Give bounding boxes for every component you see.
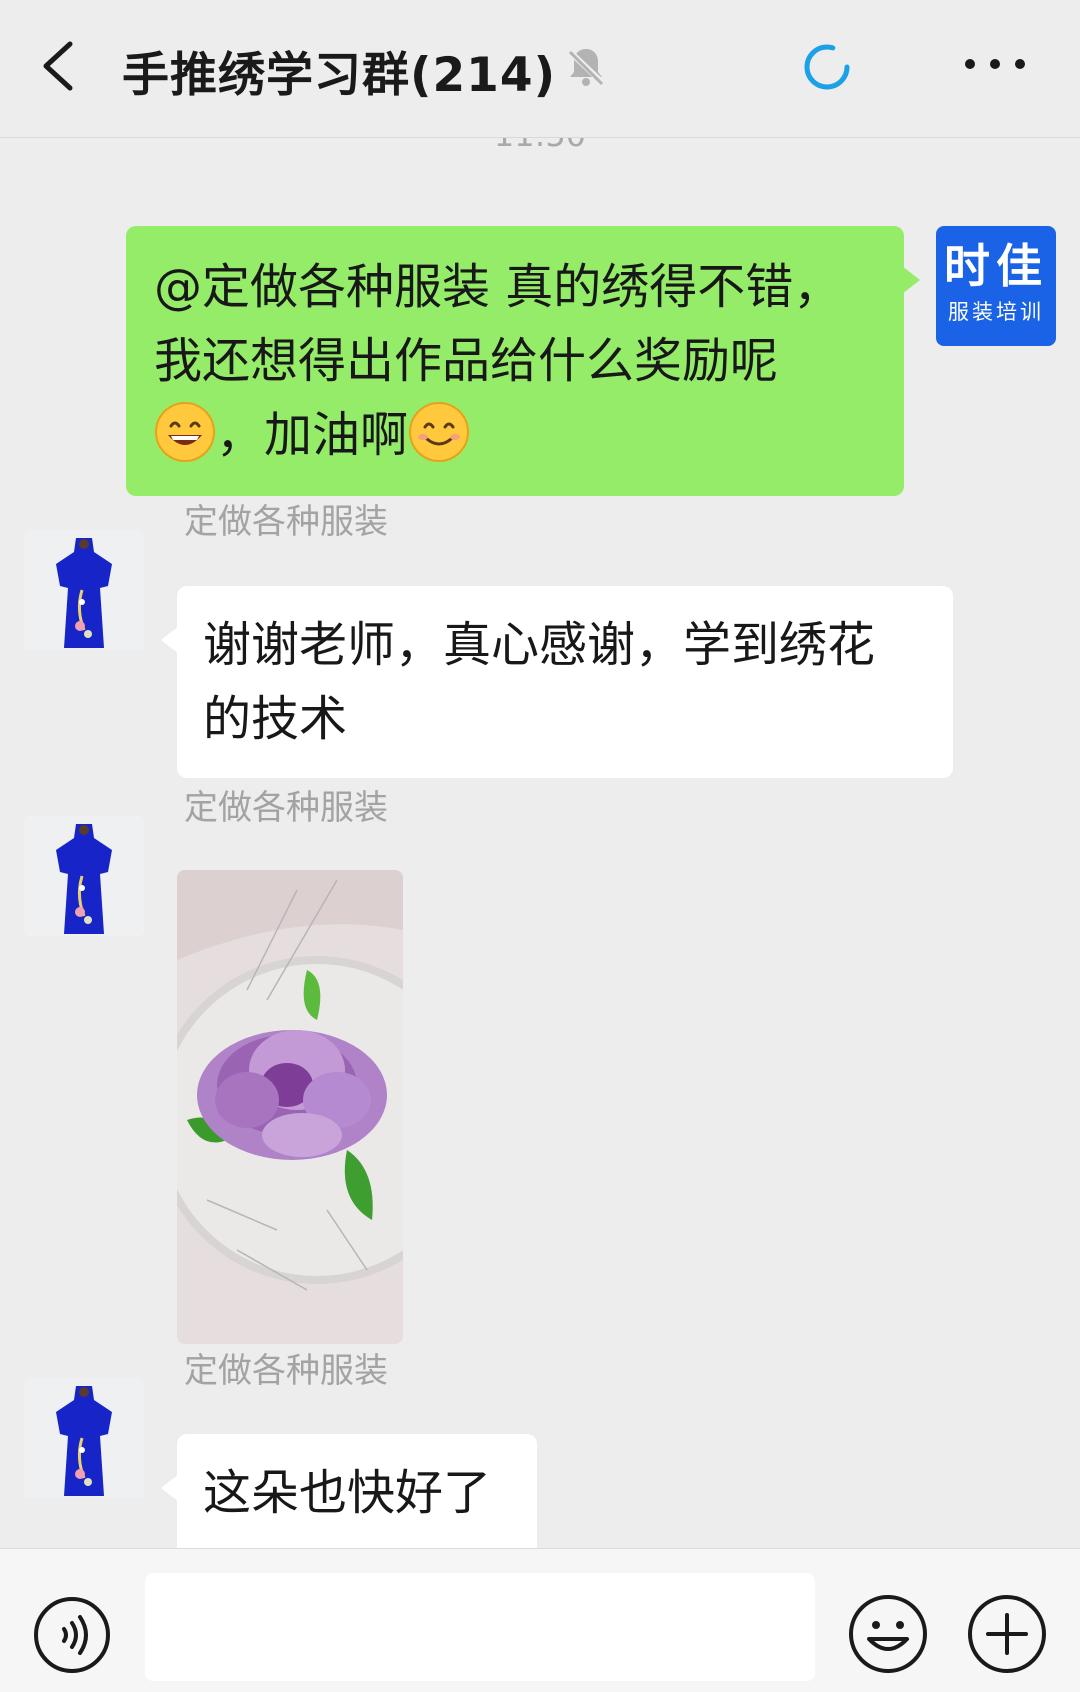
message-text-line: @定做各种服装 真的绣得不错， [154, 259, 842, 315]
message-timestamp: 11:50 [0, 138, 1080, 154]
input-toolbar [0, 1548, 1080, 1692]
qipao-dress-avatar-icon [24, 530, 144, 650]
plus-icon[interactable] [966, 1593, 1048, 1675]
sender-name: 定做各种服装 [184, 1351, 388, 1391]
avatar-brand-subtext: 服装培训 [948, 300, 1044, 324]
sender-avatar[interactable] [24, 1378, 144, 1498]
message-text-line: 的技术 [203, 691, 348, 747]
outgoing-message-bubble[interactable]: @定做各种服装 真的绣得不错， 我还想得出作品给什么奖励呢 ，加油啊 [126, 226, 920, 496]
qipao-dress-avatar-icon [24, 1378, 144, 1498]
avatar-brand-text: 时佳 [944, 239, 1048, 293]
sender-name: 定做各种服装 [184, 788, 388, 828]
message-text-line: 我还想得出作品给什么奖励呢 [154, 333, 779, 389]
voice-icon[interactable] [32, 1595, 112, 1675]
embroidery-photo[interactable] [177, 870, 403, 1344]
sender-avatar[interactable] [24, 530, 144, 650]
qipao-dress-avatar-icon [24, 816, 144, 936]
embroidery-flower-image [177, 870, 403, 1344]
chat-header: 手推绣学习群(214) [0, 0, 1080, 138]
message-input[interactable] [145, 1573, 815, 1681]
chat-title: 手推绣学习群(214) [122, 48, 557, 103]
bell-muted-icon [565, 47, 607, 87]
message-text-line: 这朵也快好了 [203, 1465, 492, 1521]
smiling-face-emoji-icon [409, 402, 470, 462]
sender-avatar[interactable] [24, 816, 144, 936]
message-text-segment: ，加油啊 [216, 407, 409, 463]
message-text-line: 谢谢老师，真心感谢，学到绣花 [203, 617, 876, 673]
chevron-left-icon[interactable] [38, 40, 78, 92]
emoji-icon[interactable] [847, 1593, 929, 1675]
loading-spinner-icon [804, 44, 850, 90]
grinning-face-emoji-icon [155, 402, 215, 462]
chat-message-list[interactable]: 11:50 @定做各种服装 真的绣得不错， 我还想得出作品给什么奖励呢 ，加油啊… [0, 138, 1080, 1548]
incoming-message-bubble[interactable]: 谢谢老师，真心感谢，学到绣花 的技术 [161, 586, 953, 778]
self-avatar[interactable]: 时佳 服装培训 [936, 226, 1056, 346]
sender-name: 定做各种服装 [184, 502, 388, 542]
message-text-line: ，加油啊 [154, 398, 880, 472]
incoming-message-bubble[interactable]: 这朵也快好了 [161, 1434, 537, 1548]
more-dots-icon[interactable] [960, 44, 1030, 84]
